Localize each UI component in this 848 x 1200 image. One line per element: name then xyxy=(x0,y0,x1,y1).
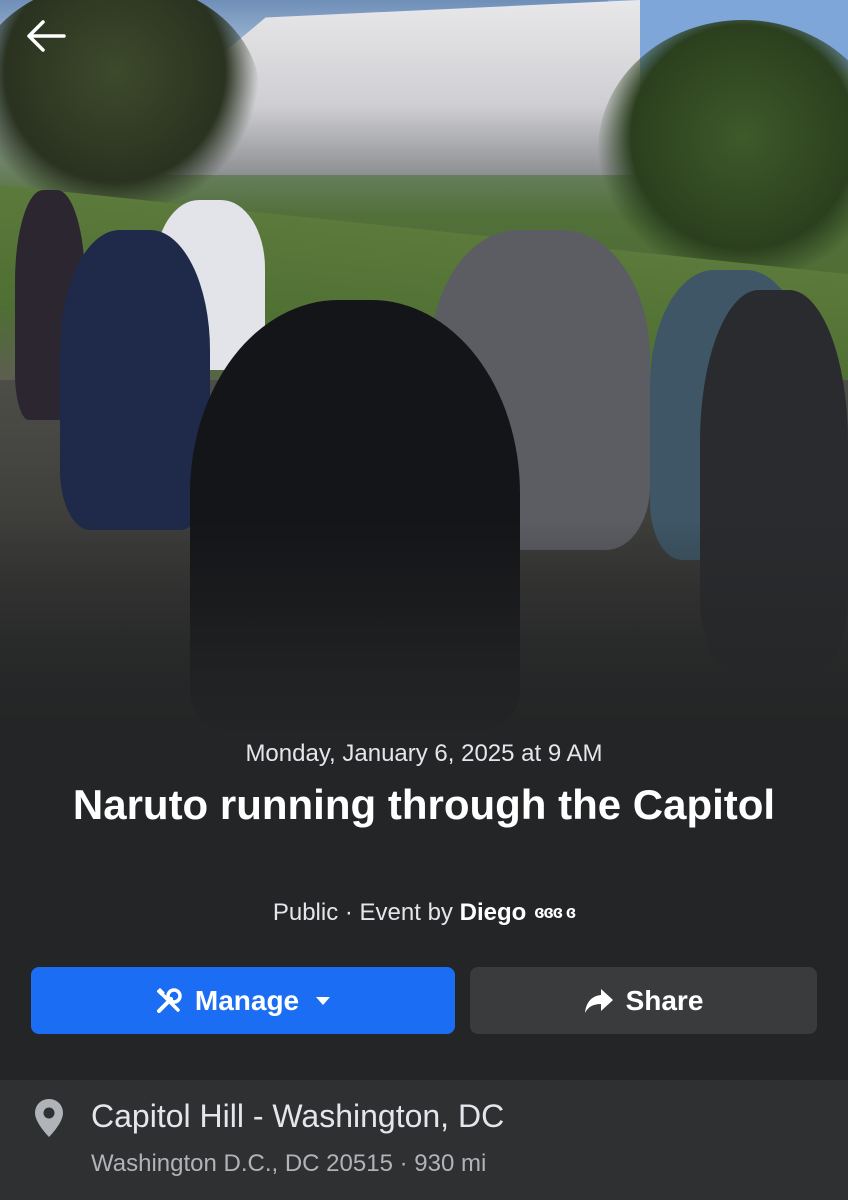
location-name[interactable]: Capitol Hill - Washington, DC xyxy=(91,1098,504,1135)
event-host-surname-obscured: ɞɞɞ ɞ xyxy=(534,902,576,922)
cover-person xyxy=(60,230,210,530)
share-button-label: Share xyxy=(625,984,704,1016)
event-title: Naruto running through the Capitol xyxy=(72,781,776,828)
event-date: Monday, January 6, 2025 at 9 AM xyxy=(245,740,603,767)
event-meta: Public · Event by Diego ɞɞɞ ɞ xyxy=(0,899,848,927)
manage-button-label: Manage xyxy=(194,984,300,1016)
back-button[interactable] xyxy=(22,14,70,58)
map-pin-icon xyxy=(34,1098,64,1138)
cover-gradient xyxy=(0,520,848,770)
location-address: Washington D.C., DC 20515 · 930 mi xyxy=(91,1150,487,1177)
share-arrow-icon xyxy=(584,987,614,1015)
tools-icon xyxy=(155,987,183,1015)
manage-button[interactable]: Manage xyxy=(31,967,455,1034)
share-button[interactable]: Share xyxy=(470,967,817,1034)
event-host[interactable]: Diego xyxy=(460,899,527,926)
event-by-prefix: Event by xyxy=(359,899,460,926)
event-cover-photo xyxy=(0,0,848,770)
event-privacy: Public xyxy=(272,899,339,926)
caret-down-icon xyxy=(315,996,331,1006)
arrow-left-icon xyxy=(27,20,66,52)
meta-separator: · xyxy=(338,899,360,926)
